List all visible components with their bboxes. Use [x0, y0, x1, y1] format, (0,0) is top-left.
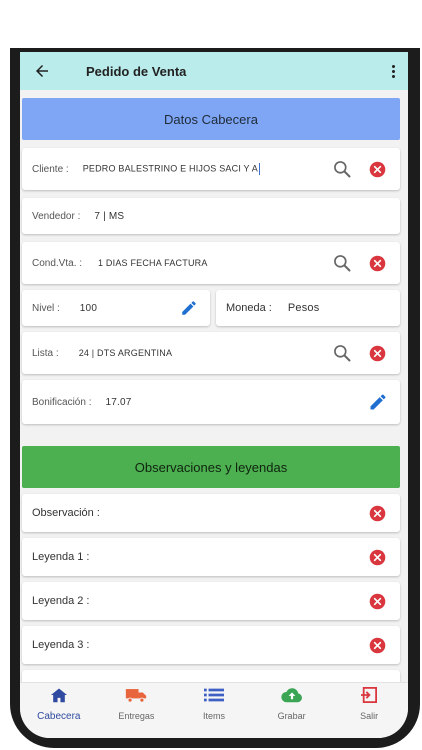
- lista-value: 24 | DTS ARGENTINA: [78, 348, 173, 358]
- home-icon: [50, 687, 68, 708]
- edit-icon[interactable]: [366, 392, 390, 412]
- cond-vta-value: 1 DIAS FECHA FACTURA: [98, 258, 208, 268]
- next-field-partial: [22, 670, 400, 682]
- truck-icon: [125, 687, 147, 708]
- app-bar: Pedido de Venta: [20, 52, 408, 90]
- nivel-field[interactable]: Nivel : 100: [22, 290, 210, 326]
- clear-icon[interactable]: [366, 255, 388, 272]
- leyenda-1-field[interactable]: Leyenda 1 :: [22, 538, 400, 576]
- cond-vta-field[interactable]: Cond.Vta. : 1 DIAS FECHA FACTURA: [22, 242, 400, 284]
- leyenda-1-label: Leyenda 1 :: [32, 551, 90, 563]
- bonificacion-label: Bonificación :: [32, 396, 92, 408]
- cliente-field[interactable]: Cliente : PEDRO BALESTRINO E HIJOS SACI …: [22, 148, 400, 190]
- bottom-navigation: Cabecera Entregas Items Grabar Salir: [20, 682, 408, 738]
- page-title: Pedido de Venta: [86, 63, 187, 79]
- leyenda-2-label: Leyenda 2 :: [32, 595, 90, 607]
- moneda-value: Pesos: [287, 302, 320, 314]
- search-icon[interactable]: [330, 159, 354, 179]
- form-content[interactable]: Datos Cabecera Cliente : PEDRO BALESTRIN…: [20, 90, 408, 682]
- observacion-field[interactable]: Observación :: [22, 494, 400, 532]
- clear-icon[interactable]: [366, 549, 388, 566]
- nav-grabar[interactable]: Grabar: [257, 687, 327, 721]
- exit-icon: [360, 687, 378, 708]
- nivel-label: Nivel :: [32, 302, 60, 314]
- vendedor-field[interactable]: Vendedor : 7 | MS: [22, 198, 400, 234]
- clear-icon[interactable]: [366, 593, 388, 610]
- leyenda-3-field[interactable]: Leyenda 3 :: [22, 626, 400, 664]
- search-icon[interactable]: [330, 253, 354, 273]
- more-vert-icon[interactable]: [378, 52, 408, 90]
- lista-label: Lista :: [32, 347, 59, 359]
- section-datos-cabecera: Datos Cabecera: [22, 98, 400, 140]
- cloud-upload-icon: [280, 687, 303, 708]
- vendedor-label: Vendedor :: [32, 210, 81, 222]
- nav-cabecera[interactable]: Cabecera: [24, 687, 94, 722]
- cliente-value[interactable]: PEDRO BALESTRINO E HIJOS SACI Y A: [83, 163, 261, 175]
- bonificacion-field[interactable]: Bonificación : 17.07: [22, 380, 400, 424]
- back-arrow-icon[interactable]: [22, 52, 62, 90]
- clear-icon[interactable]: [366, 637, 388, 654]
- clear-icon[interactable]: [366, 505, 388, 522]
- nav-items[interactable]: Items: [179, 687, 249, 721]
- vendedor-value: 7 | MS: [94, 210, 125, 222]
- search-icon[interactable]: [330, 343, 354, 363]
- edit-icon[interactable]: [178, 299, 200, 317]
- leyenda-2-field[interactable]: Leyenda 2 :: [22, 582, 400, 620]
- clear-icon[interactable]: [366, 161, 388, 178]
- nav-salir[interactable]: Salir: [334, 687, 404, 721]
- cliente-label: Cliente :: [32, 163, 69, 175]
- lista-field[interactable]: Lista : 24 | DTS ARGENTINA: [22, 332, 400, 374]
- clear-icon[interactable]: [366, 345, 388, 362]
- moneda-field[interactable]: Moneda : Pesos: [216, 290, 400, 326]
- nivel-value: 100: [79, 302, 98, 314]
- screen: Pedido de Venta Datos Cabecera Cliente :…: [20, 52, 408, 738]
- list-icon: [203, 687, 224, 708]
- leyenda-3-label: Leyenda 3 :: [32, 639, 90, 651]
- bonificacion-value: 17.07: [105, 396, 132, 408]
- cond-vta-label: Cond.Vta. :: [32, 257, 83, 269]
- moneda-label: Moneda :: [226, 302, 272, 314]
- observacion-label: Observación :: [32, 507, 100, 519]
- section-observaciones: Observaciones y leyendas: [22, 446, 400, 488]
- nav-entregas[interactable]: Entregas: [101, 687, 171, 721]
